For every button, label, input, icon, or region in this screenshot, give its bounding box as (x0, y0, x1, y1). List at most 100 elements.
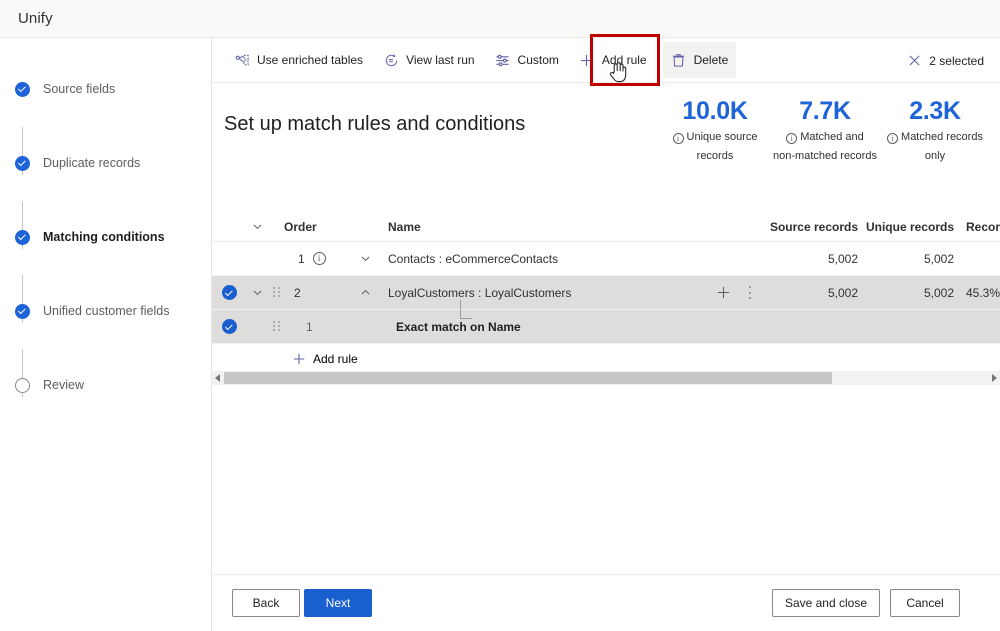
view-last-run-button[interactable]: View last run (375, 42, 482, 78)
info-icon[interactable]: i (786, 133, 798, 144)
row-source-records: 5,002 (827, 285, 858, 300)
plus-icon (292, 352, 306, 366)
sidebar-item-label: Source fields (43, 82, 116, 96)
kpi-value: 10.0K (682, 97, 748, 125)
table-row[interactable]: 2 LoyalCustomers : LoyalCustomers 5,002 (212, 276, 1000, 310)
kpi-value: 7.7K (799, 97, 851, 125)
row-add-condition-button[interactable] (708, 285, 738, 300)
column-header-name[interactable]: Name (388, 220, 708, 234)
info-icon[interactable]: i (672, 133, 684, 144)
unify-match-rules-screen: Unify Source fields Duplicate records Ma… (0, 0, 1000, 631)
checkbox-checked-icon[interactable] (221, 319, 237, 334)
command-bar: Use enriched tables View last run Custom… (212, 38, 1000, 83)
sidebar-item-label: Review (43, 378, 84, 392)
drag-handle-icon (272, 321, 280, 332)
command-bar-right-region: 2 selected (899, 38, 992, 83)
column-header-unique-records[interactable]: Unique records (858, 220, 954, 234)
wizard-sidebar: Source fields Duplicate records Matching… (0, 38, 212, 631)
close-x-icon (907, 54, 921, 68)
add-rule-label: Add rule (313, 352, 358, 366)
column-header-order[interactable]: Order (284, 220, 342, 234)
sidebar-item-source-fields[interactable]: Source fields (0, 76, 211, 102)
row-drag-handle[interactable] (268, 287, 284, 298)
app-header-bar: Unify (0, 0, 1000, 38)
kpi-caption: i Matched and (770, 129, 880, 145)
row-name-cell: Contacts : eCommerceContacts (388, 251, 559, 266)
save-and-close-button[interactable]: Save and close (771, 589, 880, 617)
table-row[interactable]: 1 i Contacts : eCommerceContacts 5,002 5… (212, 242, 1000, 276)
row-checkbox-cell[interactable] (212, 319, 246, 334)
kpi-caption-line1: Unique source (686, 131, 758, 143)
kpi-caption: i Matched records (880, 129, 990, 145)
app-title: Unify (18, 10, 53, 27)
row-order-value: 1 (298, 251, 305, 266)
wizard-step-list: Source fields Duplicate records Matching… (0, 76, 211, 398)
scrollbar-thumb[interactable] (224, 372, 832, 384)
expand-all-toggle[interactable] (246, 221, 268, 232)
use-enriched-tables-button[interactable]: Use enriched tables (226, 42, 371, 78)
back-button[interactable]: Back (232, 589, 300, 617)
kpi-summary-group: 10.0K i Unique source records 7.7K i Match… (660, 96, 990, 164)
row-drag-handle[interactable] (268, 321, 284, 332)
drag-handle-icon (272, 287, 280, 298)
row-collapse-toggle[interactable] (342, 253, 388, 264)
chevron-down-icon (252, 287, 263, 298)
sidebar-item-matching-conditions[interactable]: Matching conditions (0, 224, 211, 250)
kpi-caption-line1: Matched records (901, 131, 983, 143)
sidebar-item-label: Matching conditions (43, 230, 165, 244)
row-expand-toggle[interactable] (246, 287, 268, 298)
scroll-right-arrow-icon[interactable] (988, 371, 1000, 385)
plus-icon (716, 285, 731, 300)
row-order-cell: 1 (284, 320, 342, 334)
horizontal-scrollbar[interactable] (212, 371, 1000, 385)
history-clock-icon (383, 52, 399, 68)
table-header-row: Order Name Source records Unique records… (212, 212, 1000, 242)
kpi-caption: i Unique source (660, 129, 770, 145)
trash-icon (671, 52, 687, 68)
page-title: Set up match rules and conditions (224, 113, 526, 135)
check-circle-icon (15, 229, 30, 245)
sidebar-item-duplicate-records[interactable]: Duplicate records (0, 150, 211, 176)
row-collapse-toggle[interactable] (342, 287, 388, 298)
custom-button[interactable]: Custom (487, 42, 567, 78)
add-rule-inline-button[interactable]: Add rule (212, 344, 1000, 374)
kpi-caption-line1: Matched and (800, 131, 864, 143)
checkbox-checked-icon[interactable] (221, 285, 237, 300)
command-label: Delete (693, 53, 729, 67)
delete-button[interactable]: Delete (662, 42, 737, 78)
add-rule-button[interactable]: Add rule (571, 42, 655, 78)
plus-icon (579, 52, 595, 68)
kpi-caption-line2: non-matched records (773, 150, 877, 162)
sidebar-item-unified-customer-fields[interactable]: Unified customer fields (0, 298, 211, 324)
clear-selection-button[interactable]: 2 selected (899, 44, 992, 78)
tree-connector-line (460, 300, 472, 319)
info-icon[interactable]: i (887, 133, 899, 144)
kpi-value: 2.3K (909, 97, 961, 125)
kpi-caption-line2: only (924, 150, 946, 162)
row-records: 45.3% m (966, 285, 1000, 300)
sidebar-item-label: Duplicate records (43, 156, 141, 170)
table-row[interactable]: 1 Exact match on Name (212, 300, 1000, 344)
chevron-down-icon (252, 221, 263, 232)
row-unique-records: 5,002 (923, 251, 954, 266)
row-source-records: 5,002 (827, 251, 858, 266)
selection-count-label: 2 selected (929, 53, 984, 68)
row-name-cell: LoyalCustomers : LoyalCustomers (388, 285, 572, 300)
kpi-caption-line2: records (696, 150, 734, 162)
cancel-button[interactable]: Cancel (890, 589, 960, 617)
next-button[interactable]: Next (304, 589, 372, 617)
scrollbar-track[interactable] (224, 371, 988, 385)
row-overflow-menu-button[interactable] (738, 286, 762, 299)
column-header-records[interactable]: Records (954, 220, 1000, 234)
row-order-cell: 1 i (284, 252, 342, 266)
row-checkbox-cell[interactable] (212, 285, 246, 300)
sidebar-item-label: Unified customer fields (43, 304, 170, 318)
info-icon[interactable]: i (312, 252, 326, 265)
check-circle-icon (15, 155, 30, 171)
column-header-source-records[interactable]: Source records (762, 220, 858, 234)
chevron-down-icon (360, 253, 371, 264)
scroll-left-arrow-icon[interactable] (212, 371, 224, 385)
kpi-unique-source-records: 10.0K i Unique source records (660, 96, 770, 164)
match-rules-table: Order Name Source records Unique records… (212, 212, 1000, 374)
sidebar-item-review[interactable]: Review (0, 372, 211, 398)
